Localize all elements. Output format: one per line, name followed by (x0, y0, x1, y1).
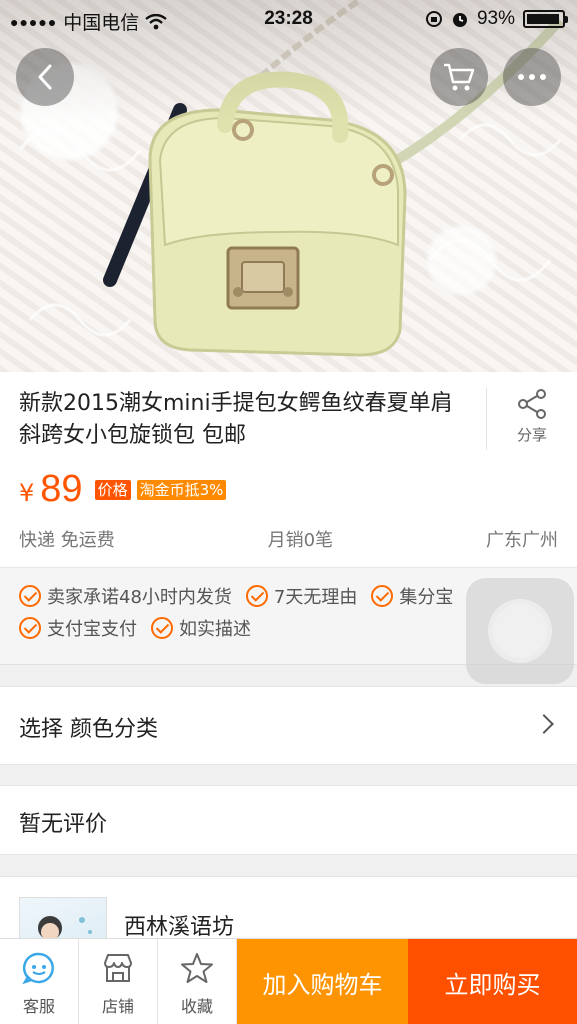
chevron-right-icon (534, 714, 554, 734)
add-to-cart-button[interactable]: 加入购物车 (237, 939, 408, 1024)
select-variant-row[interactable]: 选择 颜色分类 (0, 686, 577, 765)
favorite-label: 收藏 (180, 997, 213, 1016)
rotation-lock-icon (425, 11, 442, 27)
guarantee-label: 卖家承诺48小时内发货 (47, 587, 232, 608)
product-title: 新款2015潮女mini手提包女鳄鱼纹春夏单肩斜跨女小包旋锁包 包邮 (19, 391, 453, 448)
store-button[interactable]: 店铺 (79, 939, 158, 1024)
buy-now-button[interactable]: 立即购买 (408, 939, 577, 1024)
more-dots-icon (518, 74, 546, 80)
battery-level (527, 14, 559, 24)
currency-symbol: ¥ (19, 479, 35, 507)
monthly-sales: 月销0笔 (267, 530, 334, 551)
ship-location: 广东广州 (486, 530, 558, 551)
assistive-touch-ring (488, 599, 552, 663)
shop-name: 西林溪语坊 (124, 915, 235, 940)
reviews-label: 暂无评价 (19, 812, 108, 837)
shipping-info: 快递 免运费 (19, 530, 115, 551)
check-circle-icon (19, 585, 41, 607)
back-button[interactable] (16, 48, 74, 106)
check-circle-icon (245, 585, 268, 607)
reviews-section[interactable]: 暂无评价 (0, 785, 577, 855)
star-icon (181, 953, 213, 983)
assistive-touch-button[interactable] (466, 578, 574, 684)
product-image[interactable]: ●●●●● 中国电信 23:28 93% (0, 0, 577, 372)
battery-percent: 93% (476, 8, 515, 29)
chevron-left-icon (38, 64, 52, 90)
shopping-cart-icon (444, 63, 475, 91)
coin-discount-badge: 淘金币抵3% (136, 480, 227, 500)
guarantee-label: 7天无理由 (273, 587, 358, 608)
store-label: 店铺 (101, 997, 134, 1016)
check-circle-icon (151, 617, 173, 639)
guarantee-label: 支付宝支付 (47, 619, 137, 640)
check-circle-icon (19, 617, 41, 639)
share-icon (518, 389, 546, 419)
product-meta: 快递 免运费 月销0笔 广东广州 (19, 526, 558, 552)
guarantee-item: 如实描述 (151, 615, 251, 641)
favorite-button[interactable]: 收藏 (158, 939, 237, 1024)
guarantee-label: 集分宝 (399, 587, 454, 608)
price-value: 89 (40, 468, 83, 510)
customer-service-icon (22, 952, 54, 985)
battery-icon (523, 10, 568, 28)
select-variant-label: 选择 颜色分类 (19, 717, 158, 742)
bottom-action-bar: 客服 店铺 收藏 加入购物车 立即购买 (0, 938, 577, 1024)
more-button[interactable] (503, 48, 561, 106)
guarantee-item: 7天无理由 (245, 583, 358, 609)
price-row: ¥ 89 价格 淘金币抵3% (19, 468, 227, 511)
product-info: 新款2015潮女mini手提包女鳄鱼纹春夏单肩斜跨女小包旋锁包 包邮 分享 ¥ … (0, 372, 577, 567)
check-circle-icon (371, 585, 394, 607)
alarm-icon (452, 13, 467, 27)
status-bar: ●●●●● 中国电信 23:28 93% (0, 0, 577, 40)
guarantee-label: 如实描述 (179, 619, 251, 640)
cart-button[interactable] (430, 48, 488, 106)
price-tag-badge: 价格 (94, 480, 131, 500)
guarantee-item: 集分宝 (371, 583, 453, 609)
share-label: 分享 (516, 426, 547, 444)
guarantee-item: 支付宝支付 (19, 615, 137, 641)
guarantee-item: 卖家承诺48小时内发货 (19, 583, 232, 609)
share-button[interactable]: 分享 (486, 388, 577, 450)
store-icon (104, 954, 132, 982)
customer-service-label: 客服 (22, 997, 55, 1016)
customer-service-button[interactable]: 客服 (0, 939, 79, 1024)
